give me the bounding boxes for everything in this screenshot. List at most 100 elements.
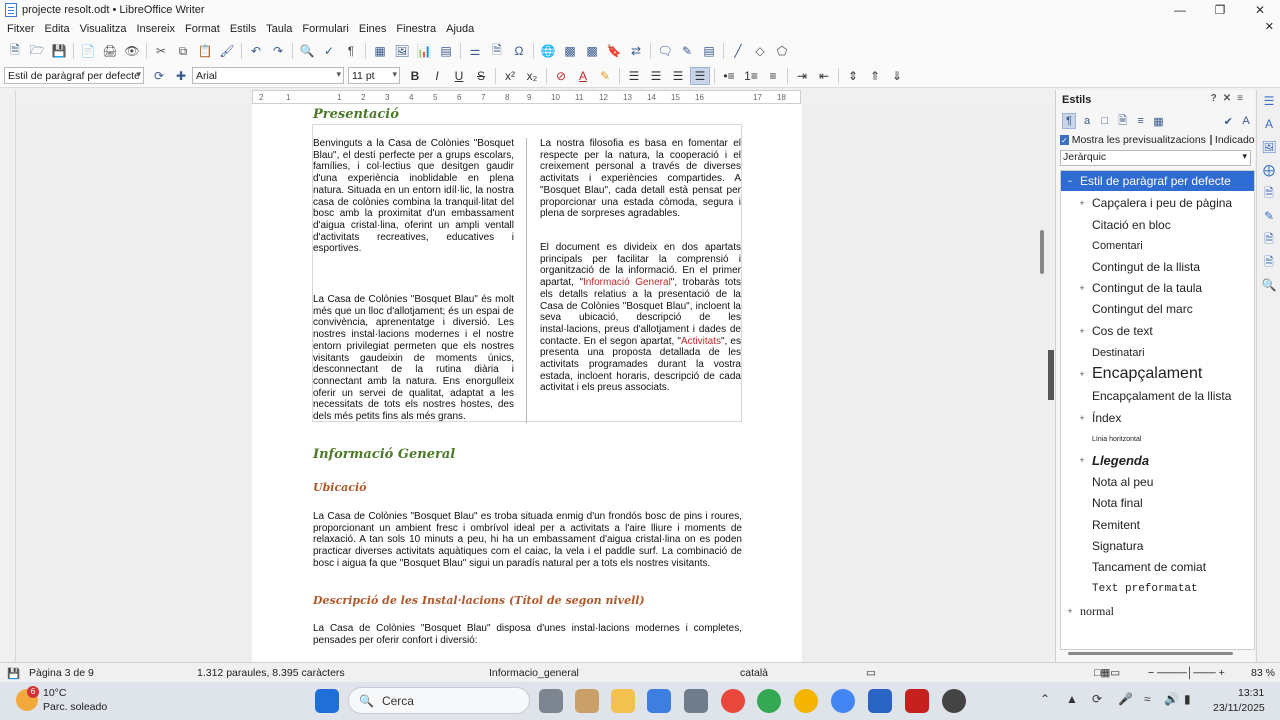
- page-styles-icon[interactable]: 🗎: [1116, 113, 1130, 129]
- styles-deck-icon[interactable]: A: [1257, 113, 1280, 136]
- expand-icon[interactable]: +: [1077, 198, 1087, 208]
- style-item-preformatted[interactable]: Text preformatat: [1061, 578, 1254, 599]
- page-break-icon[interactable]: ⚌: [466, 42, 484, 60]
- style-item-index[interactable]: + Índex: [1061, 407, 1254, 429]
- bullet-list-icon[interactable]: •≡: [719, 67, 739, 85]
- properties-icon[interactable]: ☰: [1257, 90, 1280, 113]
- microphone-icon[interactable]: 🎤: [1118, 692, 1133, 706]
- menu-ajuda[interactable]: Ajuda: [441, 23, 479, 35]
- zoom-slider[interactable]: − ────│─── +: [1148, 667, 1225, 679]
- expand-icon[interactable]: +: [1077, 369, 1087, 379]
- page-style-name[interactable]: Informacio_general: [489, 667, 579, 679]
- font-color-icon[interactable]: A: [573, 67, 593, 85]
- align-center-icon[interactable]: ☰: [646, 67, 666, 85]
- style-item-list-contents[interactable]: Contingut de la llista: [1061, 256, 1254, 277]
- style-item-complimentary-close[interactable]: Tancament de comiat: [1061, 556, 1254, 578]
- formatting-marks-icon[interactable]: ¶: [342, 42, 360, 60]
- style-item-footnote[interactable]: Nota al peu: [1061, 471, 1254, 492]
- style-filter-select[interactable]: Jeràrquic ▾: [1060, 150, 1251, 166]
- increase-indent-icon[interactable]: ⇥: [792, 67, 812, 85]
- link-activitats[interactable]: Activitats: [681, 336, 721, 347]
- chrome-icon[interactable]: [721, 689, 745, 713]
- open-folder-icon[interactable]: 🗁: [28, 42, 46, 60]
- align-left-icon[interactable]: ☰: [624, 67, 644, 85]
- close-window-button[interactable]: ✕: [1240, 0, 1280, 20]
- selection-mode-icon[interactable]: ▭: [866, 667, 876, 679]
- battery-icon[interactable]: ▮: [1184, 692, 1191, 706]
- expand-icon[interactable]: +: [1077, 413, 1087, 423]
- document-page[interactable]: Presentació Benvinguts a la Casa de Colò…: [252, 104, 802, 662]
- bold-icon[interactable]: B: [405, 67, 425, 85]
- decrease-spacing-icon[interactable]: ⇓: [887, 67, 907, 85]
- align-right-icon[interactable]: ☰: [668, 67, 688, 85]
- style-item-endnote[interactable]: Nota final: [1061, 492, 1254, 514]
- menu-insereix[interactable]: Insereix: [131, 23, 180, 35]
- update-style-icon[interactable]: ⟳: [150, 67, 168, 85]
- undo-icon[interactable]: ↶: [247, 42, 265, 60]
- track-changes-icon[interactable]: ✎: [678, 42, 696, 60]
- expand-icon[interactable]: +: [1077, 326, 1087, 336]
- vertical-scrollbar[interactable]: [1040, 230, 1044, 274]
- store-icon[interactable]: [647, 689, 671, 713]
- bookmark-icon[interactable]: 🔖: [605, 42, 623, 60]
- word-count[interactable]: 1.312 paraules, 8.395 caràcters: [197, 667, 345, 679]
- redo-icon[interactable]: ↷: [269, 42, 287, 60]
- save-icon[interactable]: 💾: [50, 42, 68, 60]
- page-number[interactable]: Pàgina 3 de 9: [29, 667, 94, 679]
- menu-eines[interactable]: Eines: [354, 23, 392, 35]
- show-previews-checkbox[interactable]: ✓: [1060, 135, 1069, 145]
- highlight-color-icon[interactable]: ✎: [595, 67, 615, 85]
- style-item-horizontal-line[interactable]: Línia horitzontal: [1061, 429, 1254, 449]
- help-icon[interactable]: ?: [1211, 93, 1223, 104]
- menu-edita[interactable]: Edita: [40, 23, 75, 35]
- italic-icon[interactable]: I: [427, 67, 447, 85]
- font-name-box[interactable]: Arial ▾: [192, 67, 344, 84]
- draw-functions-icon[interactable]: ⬠: [773, 42, 791, 60]
- style-item-sender[interactable]: Remitent: [1061, 514, 1254, 535]
- style-item-body-text[interactable]: + Cos de text: [1061, 320, 1254, 342]
- character-styles-icon[interactable]: a: [1080, 113, 1094, 129]
- sidebar-horizontal-scrollbar[interactable]: [1068, 652, 1233, 655]
- app-icon[interactable]: [684, 689, 708, 713]
- style-item-blockquote[interactable]: Citació en bloc: [1061, 214, 1254, 235]
- style-item-normal[interactable]: + normal: [1061, 600, 1254, 622]
- print-icon[interactable]: 🖨: [101, 42, 119, 60]
- sidebar-menu-icon[interactable]: ≡: [1237, 93, 1249, 104]
- insert-image-icon[interactable]: 🖼: [393, 42, 411, 60]
- page-deck-icon[interactable]: 🗎: [1257, 182, 1280, 205]
- insert-field-icon[interactable]: 🗎: [488, 42, 506, 60]
- outline-list-icon[interactable]: ≡: [763, 67, 783, 85]
- design-icon[interactable]: 🗎: [1257, 251, 1280, 274]
- libreoffice-writer-taskbar-icon[interactable]: [868, 689, 892, 713]
- table-styles-icon[interactable]: ▦: [1151, 113, 1165, 129]
- increase-spacing-icon[interactable]: ⇑: [865, 67, 885, 85]
- chrome-profile-icon[interactable]: [794, 689, 818, 713]
- paragraph-style-box[interactable]: Estil de paràgraf per defecte ▾: [4, 67, 144, 84]
- navigator-icon[interactable]: ⨁: [1257, 159, 1280, 182]
- task-view-icon[interactable]: [539, 689, 563, 713]
- menu-visualitza[interactable]: Visualitza: [75, 23, 132, 35]
- decrease-indent-icon[interactable]: ⇤: [814, 67, 834, 85]
- style-inspector-icon[interactable]: ✎: [1257, 205, 1280, 228]
- zoom-level[interactable]: 83 %: [1251, 667, 1275, 679]
- tray-sync-icon[interactable]: ⟳: [1092, 692, 1102, 706]
- clock-time[interactable]: 13:31: [1238, 687, 1264, 699]
- menu-taula[interactable]: Taula: [261, 23, 297, 35]
- chrome-profile-icon[interactable]: [757, 689, 781, 713]
- export-pdf-icon[interactable]: 📄: [79, 42, 97, 60]
- style-item-comment[interactable]: Comentari: [1061, 235, 1254, 256]
- comment-icon[interactable]: 🗨: [656, 42, 674, 60]
- maximize-button[interactable]: ❐: [1200, 0, 1240, 20]
- copy-icon[interactable]: ⧉: [174, 42, 192, 60]
- insert-textbox-icon[interactable]: ▤: [437, 42, 455, 60]
- close-document-icon[interactable]: ✕: [1265, 20, 1274, 33]
- find-replace-icon[interactable]: 🔍: [298, 42, 316, 60]
- text-language[interactable]: català: [740, 667, 768, 679]
- weather-status[interactable]: Parc. soleado: [43, 701, 107, 713]
- expand-icon[interactable]: +: [1077, 283, 1087, 293]
- gallery-icon[interactable]: 🖼: [1257, 136, 1280, 159]
- frame-styles-icon[interactable]: □: [1098, 113, 1112, 129]
- menu-estils[interactable]: Estils: [225, 23, 261, 35]
- insert-chart-icon[interactable]: 📊: [415, 42, 433, 60]
- line-spacing-icon[interactable]: ⇕: [843, 67, 863, 85]
